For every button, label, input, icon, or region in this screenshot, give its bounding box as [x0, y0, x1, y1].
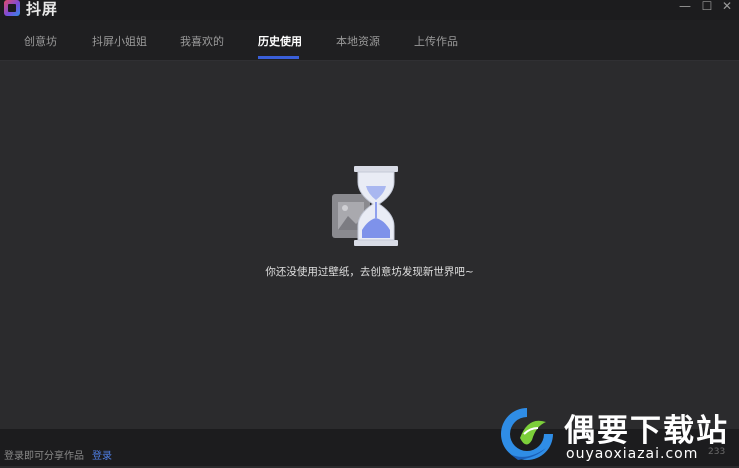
title-bar: 抖屏 — ☐ ✕	[0, 0, 739, 20]
watermark-url: ouyaoxiazai.com	[566, 446, 699, 462]
tab-upload[interactable]: 上传作品	[414, 33, 458, 49]
app-title: 抖屏	[26, 0, 59, 18]
minimize-button[interactable]: —	[676, 0, 694, 14]
watermark-title: 偶要下载站	[564, 413, 729, 449]
watermark: 偶要下载站 ouyaoxiazai.com	[494, 402, 739, 466]
login-prompt: 登录即可分享作品	[4, 451, 84, 462]
tab-history[interactable]: 历史使用	[258, 33, 302, 49]
app-logo-icon	[4, 0, 20, 16]
close-button[interactable]: ✕	[718, 0, 736, 14]
login-link[interactable]: 登录	[92, 447, 112, 462]
main-content: 你还没使用过壁纸，去创意坊发现新世界吧~	[0, 61, 739, 429]
hourglass-icon	[330, 164, 402, 248]
tab-doupingxiaojiejie[interactable]: 抖屏小姐姐	[92, 33, 147, 49]
tab-chuangyifang[interactable]: 创意坊	[24, 33, 57, 49]
maximize-button[interactable]: ☐	[698, 0, 716, 14]
active-tab-indicator	[258, 56, 299, 59]
nav-bar: 创意坊 抖屏小姐姐 我喜欢的 历史使用 本地资源 上传作品	[0, 20, 739, 61]
watermark-logo-icon	[496, 404, 558, 464]
empty-state-message: 你还没使用过壁纸，去创意坊发现新世界吧~	[265, 266, 474, 278]
tab-favorites[interactable]: 我喜欢的	[180, 33, 224, 49]
tab-local-resources[interactable]: 本地资源	[336, 33, 380, 49]
